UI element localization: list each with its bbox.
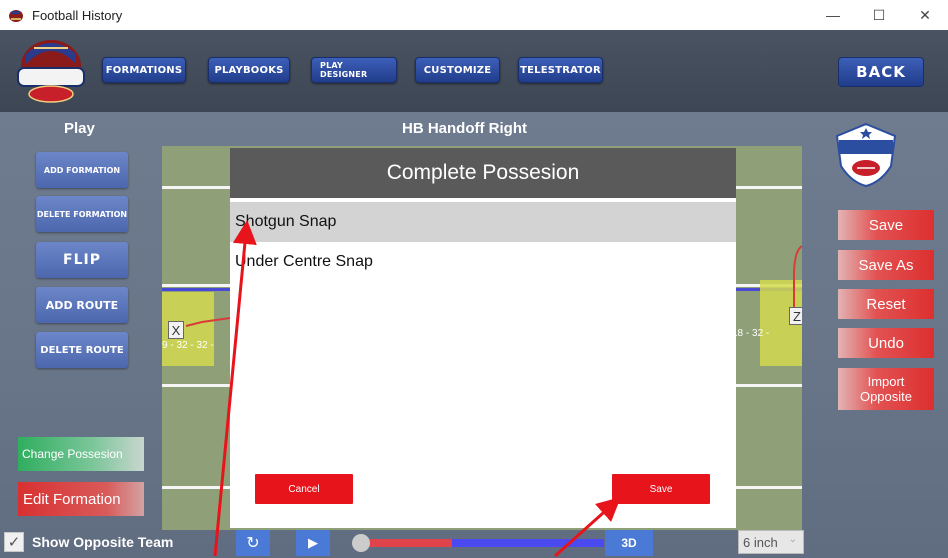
show-opposite-team-checkbox[interactable]: ✓ bbox=[4, 532, 24, 552]
dialog-title: Complete Possesion bbox=[230, 148, 736, 198]
3d-view-button[interactable]: 3D bbox=[605, 530, 653, 556]
maximize-button[interactable]: ☐ bbox=[856, 0, 902, 30]
close-button[interactable]: ✕ bbox=[902, 0, 948, 30]
dialog-save-button[interactable]: Save bbox=[612, 474, 710, 504]
play-designer-button[interactable]: PLAY DESIGNER bbox=[311, 57, 397, 83]
football-history-logo bbox=[17, 40, 85, 103]
formations-button[interactable]: FORMATIONS bbox=[102, 57, 186, 83]
player-x-stats: 9 - 32 - 32 - bbox=[162, 340, 214, 351]
timeline-handle[interactable] bbox=[352, 534, 370, 552]
american-football-badge-icon bbox=[835, 122, 897, 188]
inch-select[interactable]: 6 inch ⌄ bbox=[738, 530, 804, 554]
chevron-down-icon: ⌄ bbox=[788, 534, 797, 545]
window-controls: — ☐ ✕ bbox=[810, 0, 948, 30]
complete-possession-dialog: Complete Possesion Shotgun Snap Under Ce… bbox=[230, 148, 736, 528]
save-button[interactable]: Save bbox=[838, 210, 934, 240]
top-navigation: FORMATIONS PLAYBOOKS PLAY DESIGNER CUSTO… bbox=[0, 30, 948, 112]
timeline-progress bbox=[358, 539, 452, 547]
option-under-centre-snap[interactable]: Under Centre Snap bbox=[230, 242, 736, 282]
change-possession-button[interactable]: Change Possesion bbox=[18, 437, 144, 471]
customize-button[interactable]: CUSTOMIZE bbox=[415, 57, 500, 83]
telestrator-button[interactable]: TELESTRATOR bbox=[518, 57, 603, 83]
import-opposite-line1: Import bbox=[867, 374, 905, 389]
show-opposite-team-label: Show Opposite Team bbox=[32, 534, 174, 550]
playbooks-button[interactable]: PLAYBOOKS bbox=[208, 57, 290, 83]
bottom-toolbar: ✓ Show Opposite Team ↻ ▶ 3D 6 inch ⌄ bbox=[0, 528, 948, 558]
add-route-button[interactable]: ADD ROUTE bbox=[36, 287, 128, 323]
play-label: Play bbox=[64, 120, 95, 137]
reset-button[interactable]: Reset bbox=[838, 289, 934, 319]
player-z-marker[interactable]: Z bbox=[789, 307, 802, 325]
minimize-button[interactable]: — bbox=[810, 0, 856, 30]
play-name-title: HB Handoff Right bbox=[402, 120, 527, 137]
play-icon[interactable]: ▶ bbox=[296, 530, 330, 556]
back-button[interactable]: BACK bbox=[838, 57, 924, 87]
timeline-track[interactable] bbox=[452, 539, 604, 547]
delete-route-button[interactable]: DELETE ROUTE bbox=[36, 332, 128, 368]
inch-select-value: 6 inch bbox=[743, 534, 778, 550]
import-opposite-line2: Opposite bbox=[859, 389, 913, 404]
save-as-button[interactable]: Save As bbox=[838, 250, 934, 280]
option-shotgun-snap[interactable]: Shotgun Snap bbox=[230, 202, 736, 242]
player-z-stats: 18 - 32 - bbox=[732, 328, 770, 339]
window-title: Football History bbox=[32, 7, 123, 23]
undo-button[interactable]: Undo bbox=[838, 328, 934, 358]
edit-formation-button[interactable]: Edit Formation bbox=[18, 482, 144, 516]
window-titlebar: Football History — ☐ ✕ bbox=[0, 0, 948, 30]
dialog-cancel-button[interactable]: Cancel bbox=[255, 474, 353, 504]
replay-icon[interactable]: ↻ bbox=[236, 530, 270, 556]
flip-button[interactable]: FLIP bbox=[36, 242, 128, 278]
player-x-marker[interactable]: X bbox=[168, 321, 184, 339]
import-opposite-button[interactable]: Import Opposite bbox=[838, 368, 934, 410]
football-helmet-icon bbox=[9, 10, 23, 22]
delete-formation-button[interactable]: DELETE FORMATION bbox=[36, 196, 128, 232]
add-formation-button[interactable]: ADD FORMATION bbox=[36, 152, 128, 188]
